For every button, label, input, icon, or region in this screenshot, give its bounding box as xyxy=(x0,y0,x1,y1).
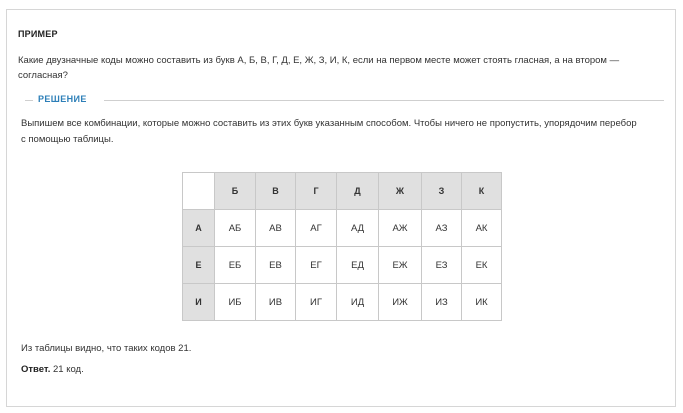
combinations-table: Б В Г Д Ж З К А АБ АВ АГ АД АЖ АЗ АК Е Е… xyxy=(182,172,502,321)
table-row: А АБ АВ АГ АД АЖ АЗ АК xyxy=(182,209,502,247)
table-cell: ЕЗ xyxy=(421,246,462,284)
answer-value: 21 код. xyxy=(50,364,84,375)
solution-divider xyxy=(104,100,664,101)
conclusion-text: Из таблицы видно, что таких кодов 21. xyxy=(21,343,192,354)
table-cell: ЕБ xyxy=(214,246,256,284)
example-heading: ПРИМЕР xyxy=(18,29,58,39)
table-cell: ИБ xyxy=(214,283,256,321)
column-header: В xyxy=(255,172,296,210)
table-cell: АЖ xyxy=(378,209,422,247)
table-cell: АВ xyxy=(255,209,296,247)
example-card: ПРИМЕР Какие двузначные коды можно соста… xyxy=(6,9,676,407)
solution-label: РЕШЕНИЕ xyxy=(38,94,87,104)
table-cell: ИЗ xyxy=(421,283,462,321)
column-header: Б xyxy=(214,172,256,210)
answer-line: Ответ. 21 код. xyxy=(21,364,84,375)
table-cell: ЕГ xyxy=(295,246,337,284)
solution-intro: Выпишем все комбинации, которые можно со… xyxy=(21,118,637,145)
table-cell: ЕК xyxy=(461,246,502,284)
table-cell: АЗ xyxy=(421,209,462,247)
answer-label: Ответ. xyxy=(21,364,51,375)
table-header-row: Б В Г Д Ж З К xyxy=(182,172,502,210)
row-header: И xyxy=(182,283,215,321)
column-header: К xyxy=(461,172,502,210)
column-header: З xyxy=(421,172,462,210)
row-header: А xyxy=(182,209,215,247)
table-cell: ИГ xyxy=(295,283,337,321)
table-cell: ЕВ xyxy=(255,246,296,284)
table-cell: АБ xyxy=(214,209,256,247)
table-cell: АК xyxy=(461,209,502,247)
column-header: Д xyxy=(336,172,379,210)
table-corner-cell xyxy=(182,172,215,210)
table-cell: ЕД xyxy=(336,246,379,284)
table-cell: ИД xyxy=(336,283,379,321)
table-row: Е ЕБ ЕВ ЕГ ЕД ЕЖ ЕЗ ЕК xyxy=(182,246,502,284)
table-cell: ЕЖ xyxy=(378,246,422,284)
column-header: Ж xyxy=(378,172,422,210)
task-text: Какие двузначные коды можно составить из… xyxy=(18,55,620,81)
table-row: И ИБ ИВ ИГ ИД ИЖ ИЗ ИК xyxy=(182,283,502,321)
solution-divider-left xyxy=(25,100,33,101)
table-cell: ИЖ xyxy=(378,283,422,321)
table-cell: АД xyxy=(336,209,379,247)
table-cell: ИК xyxy=(461,283,502,321)
table-cell: ИВ xyxy=(255,283,296,321)
row-header: Е xyxy=(182,246,215,284)
table-cell: АГ xyxy=(295,209,337,247)
column-header: Г xyxy=(295,172,337,210)
